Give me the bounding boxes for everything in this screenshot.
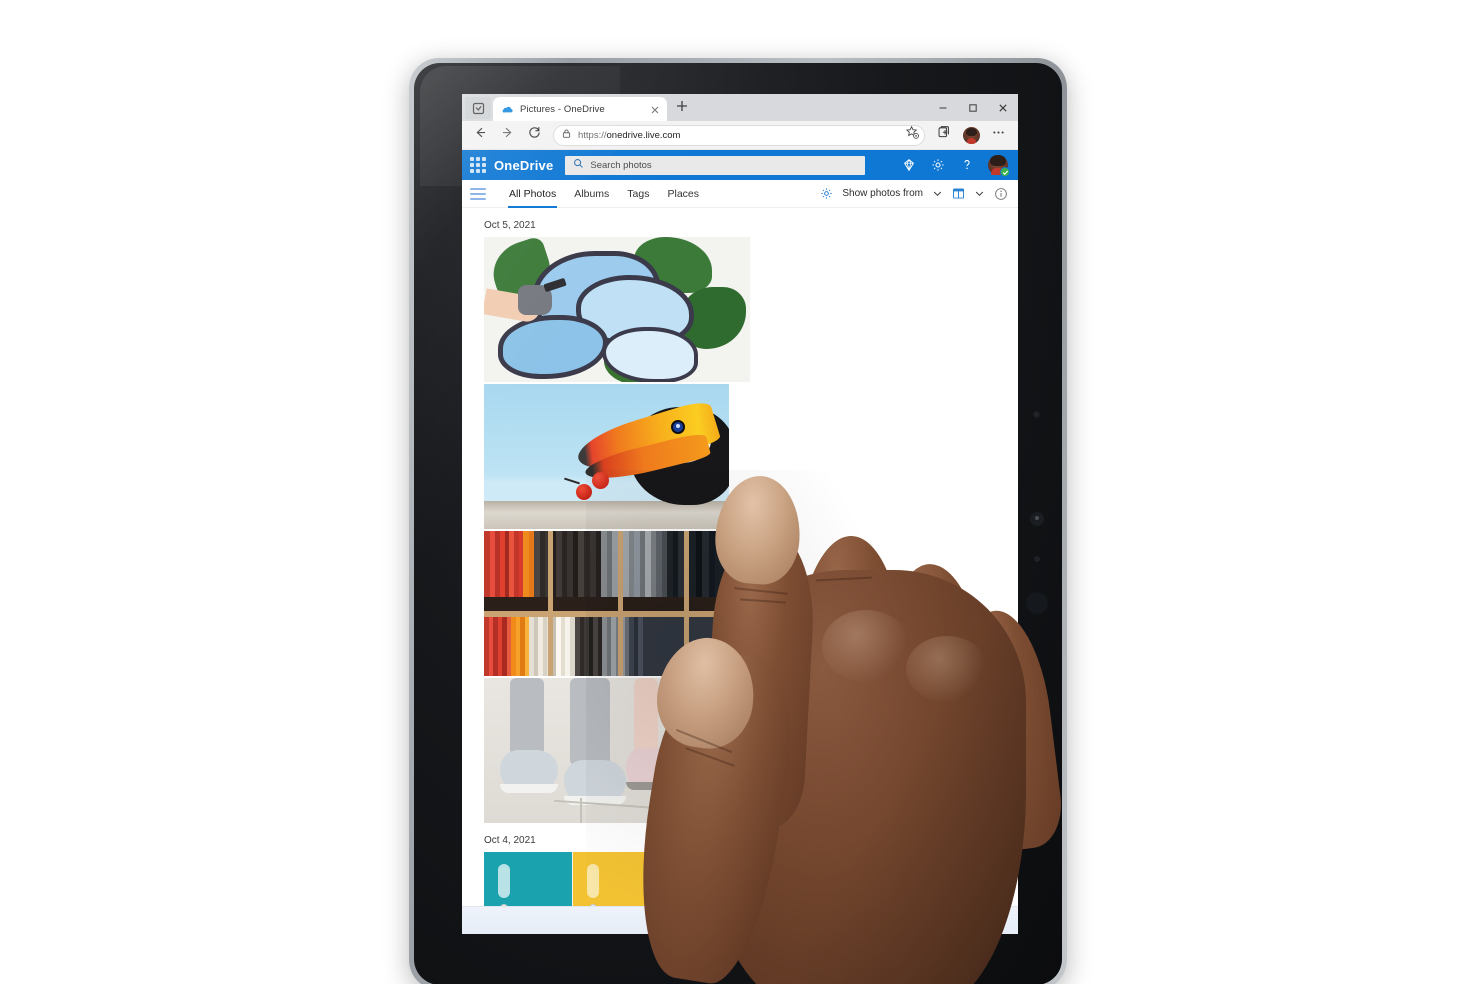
browser-tab[interactable]: Pictures - OneDrive bbox=[493, 97, 667, 121]
sensor-dot bbox=[1034, 556, 1040, 562]
show-photos-from-label[interactable]: Show photos from bbox=[842, 188, 923, 199]
sensor-dot bbox=[1032, 410, 1041, 419]
check-badge-icon bbox=[1000, 167, 1010, 177]
suite-bar-actions bbox=[901, 155, 1012, 177]
photo-colored-pencil-shelf[interactable] bbox=[484, 531, 750, 676]
chevron-down-icon[interactable] bbox=[932, 188, 943, 199]
onedrive-suite-bar: OneDrive Search photos bbox=[462, 150, 1018, 180]
photo-grid-group-1 bbox=[462, 237, 1018, 823]
hamburger-menu-icon[interactable] bbox=[470, 187, 486, 200]
profile-avatar bbox=[962, 126, 980, 144]
url-text: https://onedrive.live.com bbox=[578, 129, 681, 141]
chevron-down-icon[interactable] bbox=[974, 188, 985, 199]
tab-actions-icon[interactable] bbox=[465, 97, 491, 119]
photo-gallery: Oct 5, 2021 Oct 4, 2021 bbox=[462, 208, 1018, 934]
close-button[interactable] bbox=[988, 94, 1018, 121]
plus-icon bbox=[675, 99, 689, 118]
collections-icon bbox=[937, 125, 952, 145]
search-placeholder: Search photos bbox=[590, 159, 652, 171]
windows-logo-icon[interactable] bbox=[711, 913, 727, 929]
maximize-button[interactable] bbox=[958, 94, 988, 121]
forward-button[interactable] bbox=[495, 123, 519, 147]
tablet-screen: Pictures - OneDrive https://onedrive.liv… bbox=[462, 94, 1018, 934]
browser-tab-title: Pictures - OneDrive bbox=[520, 103, 605, 115]
browser-address-bar: https://onedrive.live.com bbox=[462, 121, 1018, 150]
date-header: Oct 4, 2021 bbox=[484, 835, 536, 846]
reload-icon bbox=[527, 125, 542, 145]
arrow-right-icon bbox=[500, 125, 515, 145]
tab-places[interactable]: Places bbox=[666, 180, 700, 208]
pivot-tabs: All Photos Albums Tags Places bbox=[508, 180, 700, 208]
minimize-button[interactable] bbox=[928, 94, 958, 121]
star-gear-icon[interactable] bbox=[905, 125, 920, 145]
account-avatar[interactable] bbox=[988, 155, 1010, 177]
tab-tags[interactable]: Tags bbox=[626, 180, 650, 208]
arrow-left-icon bbox=[473, 125, 488, 145]
diamond-premium-icon[interactable] bbox=[901, 158, 916, 173]
collections-button[interactable] bbox=[932, 123, 956, 147]
profile-button[interactable] bbox=[959, 123, 983, 147]
question-mark-icon[interactable] bbox=[959, 158, 974, 173]
browser-tab-strip: Pictures - OneDrive bbox=[462, 94, 1018, 121]
ellipsis-icon bbox=[991, 125, 1006, 145]
tab-all-photos[interactable]: All Photos bbox=[508, 180, 558, 208]
url-input[interactable]: https://onedrive.live.com bbox=[553, 124, 925, 146]
gear-icon bbox=[820, 187, 833, 200]
brand-onedrive[interactable]: OneDrive bbox=[494, 158, 553, 173]
windows-taskbar bbox=[462, 906, 1018, 934]
waffle-grid-icon[interactable] bbox=[470, 157, 486, 173]
browser-more-button[interactable] bbox=[986, 123, 1010, 147]
photo-blue-floral-mural[interactable] bbox=[484, 237, 750, 382]
date-header: Oct 5, 2021 bbox=[484, 220, 536, 231]
layout-view-icon[interactable] bbox=[952, 187, 965, 200]
speaker-port bbox=[1026, 592, 1048, 614]
search-icon[interactable] bbox=[753, 913, 769, 929]
search-icon bbox=[573, 156, 584, 174]
onedrive-cloud-icon bbox=[501, 103, 514, 116]
camera-lens bbox=[1030, 512, 1044, 526]
onedrive-command-bar: All Photos Albums Tags Places Show photo… bbox=[462, 180, 1018, 208]
reload-button[interactable] bbox=[522, 123, 546, 147]
close-icon[interactable] bbox=[649, 103, 661, 115]
screenshot-root: Pictures - OneDrive https://onedrive.liv… bbox=[0, 0, 1476, 984]
window-controls bbox=[928, 94, 1018, 121]
search-input[interactable]: Search photos bbox=[565, 155, 866, 175]
gear-icon[interactable] bbox=[930, 158, 945, 173]
command-bar-actions: Show photos from bbox=[820, 187, 1008, 201]
back-button[interactable] bbox=[468, 123, 492, 147]
photo-sneakers[interactable] bbox=[484, 678, 729, 823]
new-tab-button[interactable] bbox=[671, 97, 693, 119]
info-circle-icon[interactable] bbox=[994, 187, 1008, 201]
lock-icon bbox=[561, 126, 572, 144]
tab-albums[interactable]: Albums bbox=[573, 180, 610, 208]
photo-toucan[interactable] bbox=[484, 384, 729, 529]
